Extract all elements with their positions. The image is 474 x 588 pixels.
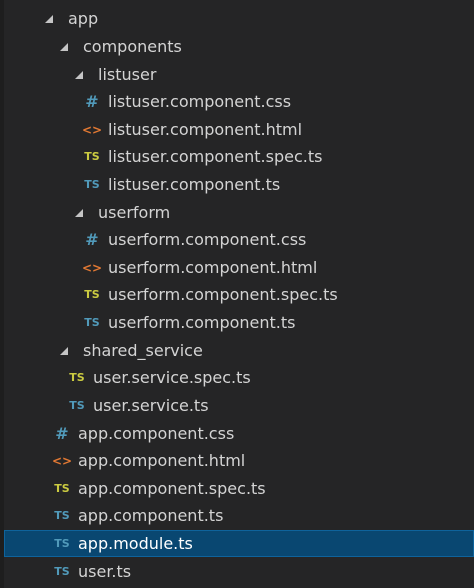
tree-file-app-component-spec-ts[interactable]: TS app.component.spec.ts	[4, 475, 474, 502]
css-icon: #	[85, 91, 99, 111]
file-explorer-tree: app components listuser # listuser.compo…	[0, 0, 474, 588]
tree-file-label: userform.component.spec.ts	[108, 285, 338, 304]
tree-folder-userform[interactable]: userform	[4, 199, 474, 226]
tree-file-label: app.component.spec.ts	[78, 479, 266, 498]
tree-folder-label: components	[83, 37, 182, 56]
tree-file-label: listuser.component.ts	[108, 175, 281, 194]
html-icon: <>	[51, 453, 73, 468]
tree-file-label: userform.component.ts	[108, 313, 296, 332]
tree-file-label: userform.component.html	[108, 258, 318, 277]
tree-file-app-component-css[interactable]: # app.component.css	[4, 420, 474, 447]
tree-file-label: listuser.component.css	[108, 92, 292, 111]
tree-folder-label: userform	[98, 203, 171, 222]
tree-file-userform-html[interactable]: <> userform.component.html	[4, 254, 474, 281]
ts-icon: TS	[84, 316, 100, 329]
tree-file-app-component-html[interactable]: <> app.component.html	[4, 447, 474, 474]
tree-folder-listuser[interactable]: listuser	[4, 61, 474, 88]
chevron-down-icon[interactable]	[57, 344, 71, 358]
ts-icon: TS	[84, 178, 100, 191]
tree-file-app-component-ts[interactable]: TS app.component.ts	[4, 502, 474, 529]
tree-file-label: user.service.spec.ts	[93, 368, 251, 387]
ts-icon: TS	[54, 509, 70, 522]
tree-folder-components[interactable]: components	[4, 33, 474, 60]
tree-file-listuser-ts[interactable]: TS listuser.component.ts	[4, 171, 474, 198]
html-icon: <>	[81, 122, 103, 137]
tree-folder-shared-service[interactable]: shared_service	[4, 337, 474, 364]
tree-file-listuser-spec-ts[interactable]: TS listuser.component.spec.ts	[4, 143, 474, 170]
tree-folder-app[interactable]: app	[4, 5, 474, 32]
ts-icon: TS	[54, 537, 70, 550]
chevron-down-icon[interactable]	[57, 40, 71, 54]
tree-file-user-service-ts[interactable]: TS user.service.ts	[4, 392, 474, 419]
tree-file-label: app.component.css	[78, 424, 235, 443]
chevron-down-icon[interactable]	[72, 68, 86, 82]
css-icon: #	[55, 423, 69, 443]
ts-test-icon: TS	[84, 288, 100, 301]
ts-test-icon: TS	[84, 150, 100, 163]
ts-test-icon: TS	[69, 371, 85, 384]
tree-file-label: user.service.ts	[93, 396, 209, 415]
tree-folder-label: app	[68, 9, 99, 28]
tree-file-label: listuser.component.spec.ts	[108, 147, 323, 166]
tree-file-label: app.component.html	[78, 451, 246, 470]
css-icon: #	[85, 229, 99, 249]
chevron-down-icon[interactable]	[42, 12, 56, 26]
tree-file-label: app.module.ts	[78, 534, 193, 553]
ts-icon: TS	[54, 565, 70, 578]
tree-file-user-service-spec-ts[interactable]: TS user.service.spec.ts	[4, 364, 474, 391]
tree-file-app-module-ts-selected[interactable]: TS app.module.ts	[4, 530, 474, 557]
chevron-down-icon[interactable]	[72, 206, 86, 220]
tree-file-label: listuser.component.html	[108, 120, 303, 139]
tree-file-user-ts[interactable]: TS user.ts	[4, 558, 474, 585]
tree-file-userform-ts[interactable]: TS userform.component.ts	[4, 309, 474, 336]
tree-file-listuser-html[interactable]: <> listuser.component.html	[4, 116, 474, 143]
html-icon: <>	[81, 260, 103, 275]
tree-file-userform-css[interactable]: # userform.component.css	[4, 226, 474, 253]
tree-file-label: userform.component.css	[108, 230, 307, 249]
ts-icon: TS	[69, 399, 85, 412]
tree-file-listuser-css[interactable]: # listuser.component.css	[4, 88, 474, 115]
tree-file-label: app.component.ts	[78, 506, 224, 525]
tree-file-userform-spec-ts[interactable]: TS userform.component.spec.ts	[4, 281, 474, 308]
ts-test-icon: TS	[54, 482, 70, 495]
tree-file-label: user.ts	[78, 562, 132, 581]
tree-folder-label: shared_service	[83, 341, 203, 360]
tree-folder-label: listuser	[98, 65, 157, 84]
